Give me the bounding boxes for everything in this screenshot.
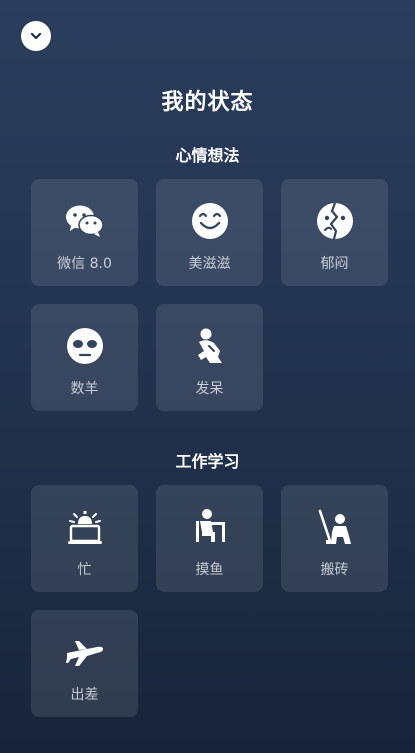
- status-label: 郁闷: [320, 256, 349, 272]
- status-tile-business-trip[interactable]: 出差: [31, 610, 138, 717]
- cracked-face-icon: [315, 201, 355, 241]
- person-desk-icon: [190, 507, 230, 547]
- collapse-button[interactable]: [21, 21, 51, 51]
- chevron-down-icon: [30, 32, 42, 40]
- alarm-laptop-icon: [65, 507, 105, 547]
- status-label: 出差: [70, 687, 99, 703]
- status-tile-wechat[interactable]: 微信 8.0: [31, 179, 138, 286]
- wechat-icon: [65, 201, 105, 241]
- status-label: 发呆: [195, 381, 224, 397]
- daze-figure-icon: [190, 326, 230, 366]
- status-tile-grinding[interactable]: 搬砖: [281, 485, 388, 592]
- status-tile-slacking[interactable]: 摸鱼: [156, 485, 263, 592]
- status-label: 数羊: [70, 381, 99, 397]
- status-tile-happy[interactable]: 美滋滋: [156, 179, 263, 286]
- status-label: 摸鱼: [195, 562, 224, 578]
- worker-shovel-icon: [315, 507, 355, 547]
- section-title-work: 工作学习: [175, 452, 240, 471]
- status-label: 微信 8.0: [57, 256, 112, 272]
- status-tile-busy[interactable]: 忙: [31, 485, 138, 592]
- status-tile-daze[interactable]: 发呆: [156, 304, 263, 411]
- status-label: 忙: [77, 562, 92, 578]
- sheep-face-icon: [65, 326, 105, 366]
- section-title-mood: 心情想法: [175, 146, 240, 165]
- smile-face-icon: [190, 201, 230, 241]
- airplane-icon: [65, 632, 105, 672]
- page-title: 我的状态: [161, 90, 254, 115]
- status-label: 搬砖: [320, 562, 349, 578]
- status-label: 美滋滋: [188, 256, 231, 272]
- status-tile-counting-sheep[interactable]: 数羊: [31, 304, 138, 411]
- status-tile-gloomy[interactable]: 郁闷: [281, 179, 388, 286]
